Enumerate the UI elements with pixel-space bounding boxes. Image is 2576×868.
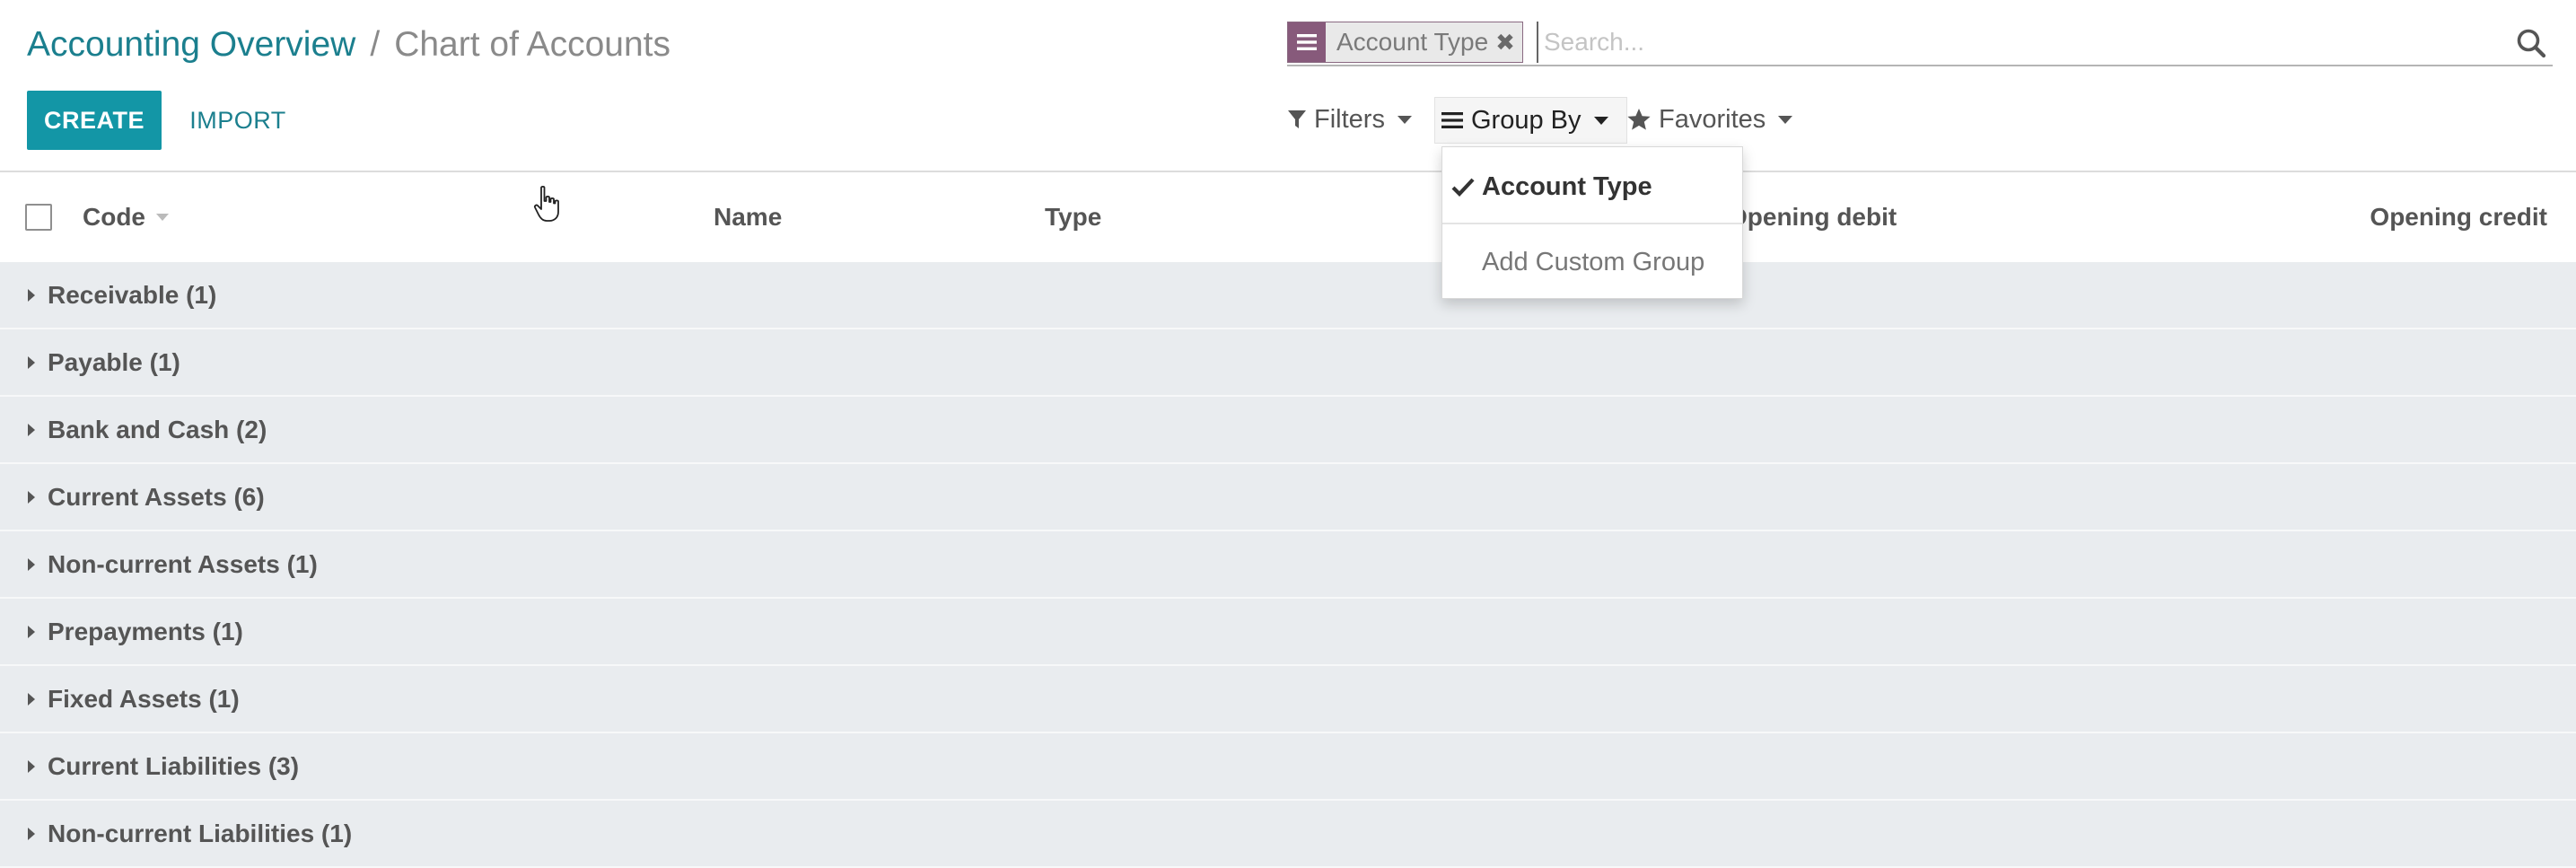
group-by-dropdown-menu: Account Type Add Custom Group bbox=[1441, 146, 1743, 299]
column-header-name[interactable]: Name bbox=[714, 172, 782, 262]
remove-facet-icon[interactable]: ✖ bbox=[1492, 22, 1522, 62]
group-label: Current Assets (6) bbox=[48, 482, 265, 511]
table-header: Code Name Type Opening debit Opening cre… bbox=[0, 171, 2576, 264]
caret-right-icon bbox=[28, 692, 35, 706]
caret-right-icon bbox=[28, 490, 35, 504]
group-by-button[interactable]: Group By bbox=[1434, 97, 1627, 144]
group-label: Non-current Assets (1) bbox=[48, 549, 318, 578]
group-by-label: Group By bbox=[1471, 105, 1582, 135]
caret-right-icon bbox=[28, 759, 35, 773]
import-button[interactable]: IMPORT bbox=[176, 91, 300, 150]
group-label: Payable (1) bbox=[48, 347, 180, 376]
group-row[interactable]: Non-current Assets (1) bbox=[0, 531, 2576, 599]
caret-right-icon bbox=[28, 827, 35, 840]
group-row[interactable]: Non-current Liabilities (1) bbox=[0, 801, 2576, 868]
caret-right-icon bbox=[28, 557, 35, 571]
caret-right-icon bbox=[28, 423, 35, 436]
search-icon[interactable] bbox=[2515, 27, 2547, 59]
group-row[interactable]: Fixed Assets (1) bbox=[0, 666, 2576, 733]
filters-label: Filters bbox=[1314, 104, 1385, 134]
accounts-list: Code Name Type Opening debit Opening cre… bbox=[0, 171, 2576, 868]
caret-right-icon bbox=[28, 355, 35, 369]
column-header-opening-debit[interactable]: Opening debit bbox=[1728, 172, 1897, 262]
group-by-option-label: Account Type bbox=[1482, 171, 1652, 201]
page-title: Chart of Accounts bbox=[394, 25, 671, 64]
column-header-opening-credit[interactable]: Opening credit bbox=[2370, 172, 2547, 262]
chevron-down-icon bbox=[1397, 115, 1412, 124]
group-label: Bank and Cash (2) bbox=[48, 415, 267, 443]
group-label: Receivable (1) bbox=[48, 280, 217, 309]
search-facet-label: Account Type bbox=[1336, 28, 1489, 56]
column-header-type[interactable]: Type bbox=[1045, 172, 1101, 262]
dropdown-divider bbox=[1442, 223, 1742, 224]
group-label: Fixed Assets (1) bbox=[48, 684, 240, 713]
column-header-code[interactable]: Code bbox=[83, 172, 169, 262]
sort-caret-icon bbox=[156, 214, 169, 221]
group-row[interactable]: Bank and Cash (2) bbox=[0, 397, 2576, 464]
breadcrumb-separator: / bbox=[370, 25, 381, 64]
breadcrumb: Accounting Overview / Chart of Accounts bbox=[27, 20, 670, 70]
filter-icon bbox=[1288, 110, 1306, 128]
bars-icon bbox=[1441, 112, 1463, 128]
group-label: Non-current Liabilities (1) bbox=[48, 819, 353, 847]
group-row[interactable]: Prepayments (1) bbox=[0, 599, 2576, 666]
caret-right-icon bbox=[28, 625, 35, 638]
favorites-label: Favorites bbox=[1659, 104, 1766, 134]
chevron-down-icon bbox=[1778, 115, 1793, 124]
favorites-button[interactable]: Favorites bbox=[1626, 97, 1793, 142]
select-all-checkbox[interactable] bbox=[25, 204, 52, 231]
star-icon bbox=[1627, 109, 1651, 130]
search-facet-account-type: Account Type ✖ bbox=[1287, 22, 1523, 63]
group-label: Current Liabilities (3) bbox=[48, 751, 300, 780]
search-bar: Account Type ✖ bbox=[1287, 20, 2553, 66]
check-icon bbox=[1451, 178, 1475, 197]
caret-right-icon bbox=[28, 288, 35, 302]
group-by-option-account-type[interactable]: Account Type bbox=[1442, 162, 1742, 212]
breadcrumb-accounting-overview-link[interactable]: Accounting Overview bbox=[27, 25, 355, 64]
column-header-code-label: Code bbox=[83, 203, 145, 231]
list-icon bbox=[1288, 22, 1326, 62]
group-row[interactable]: Receivable (1) bbox=[0, 262, 2576, 329]
group-row[interactable]: Current Liabilities (3) bbox=[0, 733, 2576, 801]
hand-cursor-icon bbox=[533, 185, 559, 222]
add-custom-group-item[interactable]: Add Custom Group bbox=[1442, 237, 1742, 287]
chevron-down-icon bbox=[1593, 116, 1608, 125]
filters-button[interactable]: Filters bbox=[1287, 97, 1412, 142]
search-input[interactable] bbox=[1537, 22, 2443, 63]
create-button[interactable]: CREATE bbox=[27, 91, 162, 150]
group-label: Prepayments (1) bbox=[48, 617, 243, 645]
group-row[interactable]: Payable (1) bbox=[0, 329, 2576, 397]
group-row[interactable]: Current Assets (6) bbox=[0, 464, 2576, 531]
